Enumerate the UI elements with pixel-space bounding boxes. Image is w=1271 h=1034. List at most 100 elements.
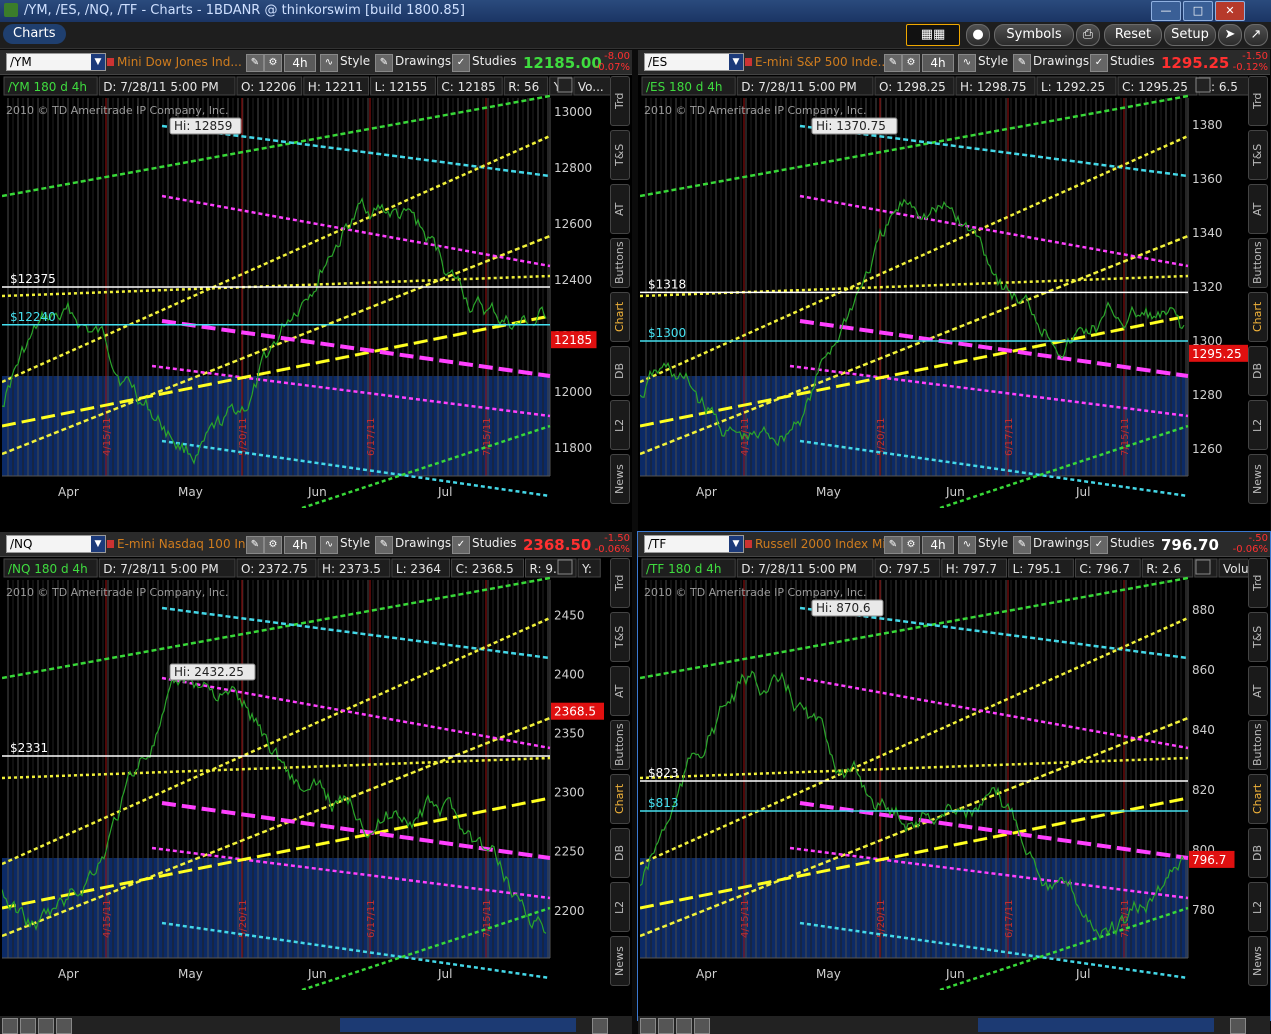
studies-menu[interactable]: Studies [1110, 536, 1155, 550]
side-tab-at[interactable]: AT [610, 666, 630, 716]
price-chart[interactable]: /ES 180 d 4h D: 7/28/11 5:00 PM O: 1298.25… [640, 76, 1248, 508]
grid-icon[interactable] [2, 1018, 18, 1034]
side-tab-news[interactable]: News [1248, 454, 1268, 504]
pin-icon[interactable]: ➤ [1218, 24, 1242, 46]
side-tab-news[interactable]: News [610, 936, 630, 986]
pointer-icon[interactable] [694, 1018, 710, 1034]
side-tab-ts[interactable]: T&S [610, 612, 630, 662]
drawings-menu[interactable]: Drawings [1033, 536, 1089, 550]
setup-button[interactable]: Setup [1164, 24, 1216, 46]
style-menu[interactable]: Style [340, 54, 370, 68]
pointer-icon[interactable] [56, 1018, 72, 1034]
chart-settings-icon[interactable]: ✎ [246, 536, 264, 554]
side-tab-chart[interactable]: Chart [1248, 292, 1268, 342]
drawings-menu[interactable]: Drawings [395, 536, 451, 550]
chart-link-icon[interactable]: ⚙ [902, 536, 920, 554]
chart-settings-icon[interactable]: ✎ [884, 54, 902, 72]
drawings-icon[interactable]: ✎ [375, 54, 393, 72]
aggregation-period[interactable]: 4h [922, 536, 954, 554]
link-icon[interactable]: ● [966, 24, 990, 46]
drawings-icon[interactable]: ✎ [375, 536, 393, 554]
zoom-icon[interactable] [658, 1018, 674, 1034]
style-icon[interactable]: ∿ [320, 54, 338, 72]
style-menu[interactable]: Style [978, 536, 1008, 550]
chart-link-icon[interactable]: ⚙ [264, 536, 282, 554]
symbol-input[interactable]: /YM ▼ [6, 53, 106, 71]
drawings-icon[interactable]: ✎ [1013, 54, 1031, 72]
drawings-menu[interactable]: Drawings [1033, 54, 1089, 68]
grid-icon[interactable] [640, 1018, 656, 1034]
tab-charts[interactable]: Charts [3, 24, 66, 44]
chart-scrollbar[interactable] [978, 1018, 1214, 1032]
symbols-button[interactable]: Symbols [994, 24, 1074, 46]
symbol-input[interactable]: /TF ▼ [644, 535, 744, 553]
drawings-menu[interactable]: Drawings [395, 54, 451, 68]
side-tab-at[interactable]: AT [1248, 666, 1268, 716]
chart-link-icon[interactable]: ⚙ [902, 54, 920, 72]
side-tab-l[interactable]: L2 [1248, 882, 1268, 932]
price-chart[interactable]: /YM 180 d 4h D: 7/28/11 5:00 PM O: 12206 H:… [2, 76, 610, 508]
chart-link-icon[interactable]: ⚙ [264, 54, 282, 72]
studies-menu[interactable]: Studies [1110, 54, 1155, 68]
style-menu[interactable]: Style [978, 54, 1008, 68]
side-tab-news[interactable]: News [1248, 936, 1268, 986]
detach-icon[interactable]: ↗ [1244, 24, 1268, 46]
side-tab-buttons[interactable]: Buttons [610, 238, 630, 288]
drawings-icon[interactable]: ✎ [1013, 536, 1031, 554]
studies-icon[interactable]: ✓ [452, 536, 470, 554]
expand-icon[interactable] [1230, 1018, 1246, 1034]
chart-scrollbar[interactable] [340, 1018, 576, 1032]
side-tab-at[interactable]: AT [1248, 184, 1268, 234]
expand-icon[interactable] [592, 1018, 608, 1034]
side-tab-trd[interactable]: Trd [1248, 76, 1268, 126]
grid-layout-icon[interactable]: ▦▦ [906, 24, 960, 46]
side-tab-db[interactable]: DB [1248, 828, 1268, 878]
zoom-icon[interactable] [20, 1018, 36, 1034]
aggregation-period[interactable]: 4h [284, 54, 316, 72]
side-tab-l[interactable]: L2 [610, 400, 630, 450]
side-tab-db[interactable]: DB [610, 346, 630, 396]
side-tab-l[interactable]: L2 [1248, 400, 1268, 450]
price-chart[interactable]: /TF 180 d 4h D: 7/28/11 5:00 PM O: 797.5 H:… [640, 558, 1248, 990]
minimize-icon[interactable]: — [1151, 1, 1181, 21]
studies-icon[interactable]: ✓ [452, 54, 470, 72]
side-tab-trd[interactable]: Trd [610, 558, 630, 608]
symbol-input[interactable]: /ES ▼ [644, 53, 744, 71]
side-tab-ts[interactable]: T&S [610, 130, 630, 180]
side-tab-buttons[interactable]: Buttons [610, 720, 630, 770]
style-icon[interactable]: ∿ [320, 536, 338, 554]
price-chart[interactable]: /NQ 180 d 4h D: 7/28/11 5:00 PM O: 2372.75… [2, 558, 610, 990]
side-tab-chart[interactable]: Chart [1248, 774, 1268, 824]
symbol-dropdown-icon[interactable]: ▼ [91, 54, 105, 70]
studies-icon[interactable]: ✓ [1090, 536, 1108, 554]
crosshair-icon[interactable] [676, 1018, 692, 1034]
side-tab-trd[interactable]: Trd [1248, 558, 1268, 608]
chart-settings-icon[interactable]: ✎ [246, 54, 264, 72]
reset-button[interactable]: Reset [1104, 24, 1162, 46]
style-icon[interactable]: ∿ [958, 54, 976, 72]
close-icon[interactable]: ✕ [1215, 1, 1245, 21]
side-tab-chart[interactable]: Chart [610, 292, 630, 342]
studies-menu[interactable]: Studies [472, 536, 517, 550]
symbol-dropdown-icon[interactable]: ▼ [729, 54, 743, 70]
symbol-dropdown-icon[interactable]: ▼ [729, 536, 743, 552]
side-tab-trd[interactable]: Trd [610, 76, 630, 126]
side-tab-at[interactable]: AT [610, 184, 630, 234]
side-tab-chart[interactable]: Chart [610, 774, 630, 824]
studies-menu[interactable]: Studies [472, 54, 517, 68]
aggregation-period[interactable]: 4h [922, 54, 954, 72]
crosshair-icon[interactable] [38, 1018, 54, 1034]
side-tab-db[interactable]: DB [1248, 346, 1268, 396]
studies-icon[interactable]: ✓ [1090, 54, 1108, 72]
chart-settings-icon[interactable]: ✎ [884, 536, 902, 554]
side-tab-news[interactable]: News [610, 454, 630, 504]
side-tab-ts[interactable]: T&S [1248, 612, 1268, 662]
symbol-dropdown-icon[interactable]: ▼ [91, 536, 105, 552]
side-tab-db[interactable]: DB [610, 828, 630, 878]
print-icon[interactable]: ⎙ [1076, 24, 1100, 46]
style-icon[interactable]: ∿ [958, 536, 976, 554]
side-tab-buttons[interactable]: Buttons [1248, 720, 1268, 770]
style-menu[interactable]: Style [340, 536, 370, 550]
restore-icon[interactable]: □ [1183, 1, 1213, 21]
side-tab-buttons[interactable]: Buttons [1248, 238, 1268, 288]
